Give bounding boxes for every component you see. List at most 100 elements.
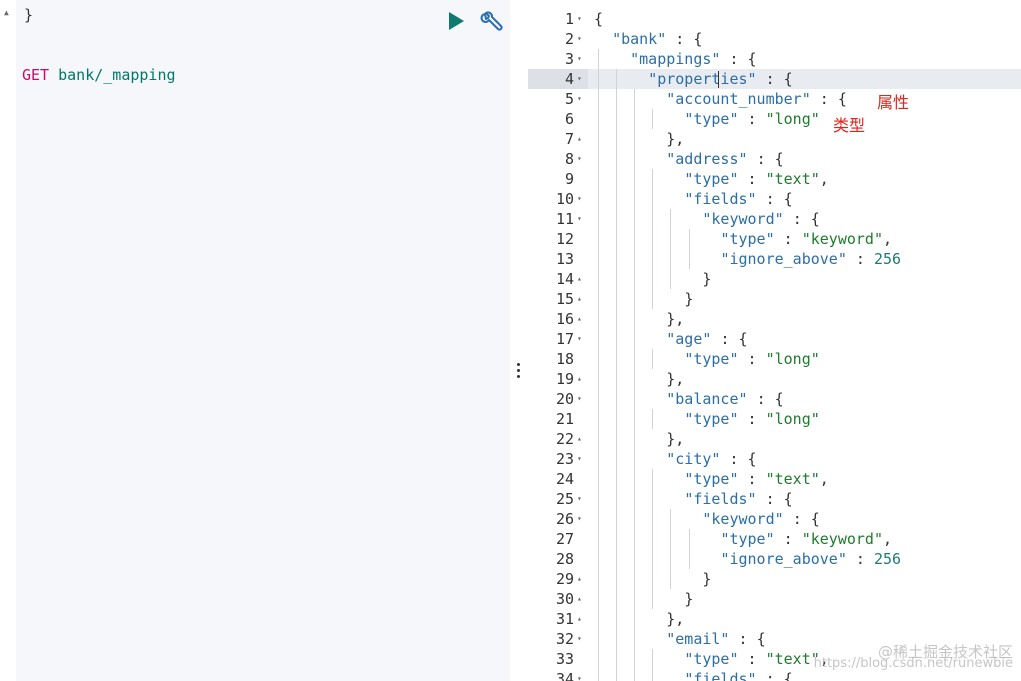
run-request-button[interactable] bbox=[445, 10, 467, 32]
code-line[interactable]: 1 ▾ { bbox=[528, 9, 1021, 29]
code-line[interactable]: 12 "type" : "keyword", bbox=[528, 229, 1021, 249]
fold-expand-icon[interactable]: ▴ bbox=[577, 309, 587, 329]
panel-splitter[interactable] bbox=[510, 0, 528, 681]
line-number: 31 bbox=[555, 610, 574, 628]
code-line[interactable]: 7 ▴ }, bbox=[528, 129, 1021, 149]
code-text: "ignore_above" : 256 bbox=[720, 550, 902, 568]
attribute-annotation: 属性 bbox=[877, 93, 910, 112]
code-line[interactable]: 13 "ignore_above" : 256 bbox=[528, 249, 1021, 269]
code-line[interactable]: 18 "type" : "long" bbox=[528, 349, 1021, 369]
response-panel: 1 ▾{2 ▾ "bank" : {3 ▾ "mappings" : {4 ▾ "pro… bbox=[528, 0, 1021, 681]
code-text: "fields" : { bbox=[684, 490, 793, 508]
code-text: }, bbox=[666, 430, 685, 448]
code-line[interactable]: 19 ▴ }, bbox=[528, 369, 1021, 389]
fold-collapse-icon[interactable]: ▾ bbox=[577, 669, 587, 681]
line-number: 22 bbox=[555, 430, 574, 448]
line-number: 29 bbox=[555, 570, 574, 588]
line-number: 23 bbox=[555, 450, 574, 468]
fold-collapse-icon[interactable]: ▾ bbox=[577, 509, 587, 529]
code-text: "type" : "keyword", bbox=[720, 230, 893, 248]
fold-expand-icon[interactable]: ▴ bbox=[577, 269, 587, 289]
code-line[interactable]: 24 "type" : "text", bbox=[528, 469, 1021, 489]
code-line[interactable]: 31 ▴ }, bbox=[528, 609, 1021, 629]
code-line[interactable]: 11 ▾ "keyword" : { bbox=[528, 209, 1021, 229]
line-number: 6 bbox=[564, 110, 574, 128]
line-number: 8 bbox=[564, 150, 574, 168]
fold-collapse-icon[interactable]: ▾ bbox=[577, 329, 587, 349]
play-icon bbox=[449, 12, 464, 30]
fold-expand-icon[interactable]: ▴ bbox=[577, 129, 587, 149]
fold-expand-icon[interactable]: ▴ bbox=[577, 369, 587, 389]
code-text: "type" : "text", bbox=[684, 470, 829, 488]
code-text: "type" : "text", bbox=[684, 650, 829, 668]
code-text: "bank" : { bbox=[612, 30, 703, 48]
code-text: }, bbox=[666, 610, 685, 628]
fold-collapse-icon[interactable]: ▾ bbox=[577, 209, 587, 229]
line-number: 32 bbox=[555, 630, 574, 648]
code-line[interactable]: 25 ▾ "fields" : { bbox=[528, 489, 1021, 509]
fold-collapse-icon[interactable]: ▾ bbox=[577, 149, 587, 169]
code-line[interactable]: 15 ▴ } bbox=[528, 289, 1021, 309]
code-line[interactable]: 27 "type" : "keyword", bbox=[528, 529, 1021, 549]
code-line[interactable]: 23 ▾ "city" : { bbox=[528, 449, 1021, 469]
code-line[interactable]: 28 "ignore_above" : 256 bbox=[528, 549, 1021, 569]
fold-expand-icon[interactable]: ▴ bbox=[577, 289, 587, 309]
watermark-url: https://blog.csdn.net/runewbie bbox=[813, 656, 1013, 671]
fold-collapse-icon[interactable]: ▾ bbox=[577, 189, 587, 209]
code-line[interactable]: 5 ▾ "account_number" : { bbox=[528, 89, 1021, 109]
line-number: 16 bbox=[555, 310, 574, 328]
line-number: 33 bbox=[555, 650, 574, 668]
code-line[interactable]: 16 ▴ }, bbox=[528, 309, 1021, 329]
code-line[interactable]: 30 ▴ } bbox=[528, 589, 1021, 609]
line-number: 18 bbox=[555, 350, 574, 368]
line-number: 26 bbox=[555, 510, 574, 528]
fold-expand-icon[interactable]: ▴ bbox=[577, 589, 587, 609]
line-number: 2 bbox=[564, 30, 574, 48]
code-line[interactable]: 20 ▾ "balance" : { bbox=[528, 389, 1021, 409]
code-line[interactable]: 4 ▾ "properties" : { bbox=[528, 69, 1021, 89]
code-text: "account_number" : { bbox=[666, 90, 847, 108]
code-line[interactable]: 3 ▾ "mappings" : { bbox=[528, 49, 1021, 69]
fold-expand-icon[interactable]: ▴ bbox=[577, 569, 587, 589]
fold-collapse-icon[interactable]: ▾ bbox=[577, 449, 587, 469]
fold-collapse-icon[interactable]: ▾ bbox=[577, 49, 587, 69]
code-line[interactable]: 29 ▴ } bbox=[528, 569, 1021, 589]
line-number: 19 bbox=[555, 370, 574, 388]
code-line[interactable]: 17 ▾ "age" : { bbox=[528, 329, 1021, 349]
fold-collapse-icon[interactable]: ▾ bbox=[577, 29, 587, 49]
line-number: 13 bbox=[555, 250, 574, 268]
fold-collapse-icon[interactable]: ▾ bbox=[577, 9, 587, 29]
fold-expand-icon[interactable]: ▴ bbox=[577, 429, 587, 449]
fold-collapse-icon[interactable]: ▾ bbox=[577, 489, 587, 509]
code-line[interactable]: 10 ▾ "fields" : { bbox=[528, 189, 1021, 209]
code-line[interactable]: 6 "type" : "long" bbox=[528, 109, 1021, 129]
code-line[interactable]: 22 ▴ }, bbox=[528, 429, 1021, 449]
fold-collapse-icon[interactable]: ▾ bbox=[577, 69, 587, 89]
code-text: } bbox=[702, 570, 712, 588]
line-number: 10 bbox=[555, 190, 574, 208]
code-text: "email" : { bbox=[666, 630, 766, 648]
drag-handle-icon[interactable] bbox=[517, 363, 521, 379]
code-line[interactable]: 26 ▾ "keyword" : { bbox=[528, 509, 1021, 529]
code-text: "ignore_above" : 256 bbox=[720, 250, 902, 268]
fold-collapse-icon[interactable]: ▾ bbox=[577, 89, 587, 109]
code-text: "properties" : { bbox=[648, 70, 793, 88]
request-editor[interactable]: } GET bank/_mapping bbox=[16, 0, 510, 681]
line-number: 11 bbox=[555, 210, 574, 228]
fold-expand-icon[interactable]: ▴ bbox=[577, 609, 587, 629]
code-line[interactable]: 21 "type" : "long" bbox=[528, 409, 1021, 429]
fold-collapse-icon[interactable]: ▾ bbox=[577, 629, 587, 649]
fold-collapse-icon[interactable]: ▾ bbox=[577, 389, 587, 409]
line-number: 1 bbox=[564, 10, 574, 28]
request-panel: ▲ } GET bank/_mapping bbox=[0, 0, 510, 681]
code-text: "fields" : { bbox=[684, 190, 793, 208]
code-line[interactable]: 14 ▴ } bbox=[528, 269, 1021, 289]
code-line[interactable]: 2 ▾ "bank" : { bbox=[528, 29, 1021, 49]
code-line[interactable]: 9 "type" : "text", bbox=[528, 169, 1021, 189]
request-settings-button[interactable] bbox=[478, 10, 504, 36]
fold-toggle-icon[interactable]: ▲ bbox=[4, 8, 9, 17]
line-number: 5 bbox=[564, 90, 574, 108]
code-text: }, bbox=[666, 370, 685, 388]
code-line[interactable]: 8 ▾ "address" : { bbox=[528, 149, 1021, 169]
request-line[interactable]: GET bank/_mapping bbox=[22, 65, 176, 85]
